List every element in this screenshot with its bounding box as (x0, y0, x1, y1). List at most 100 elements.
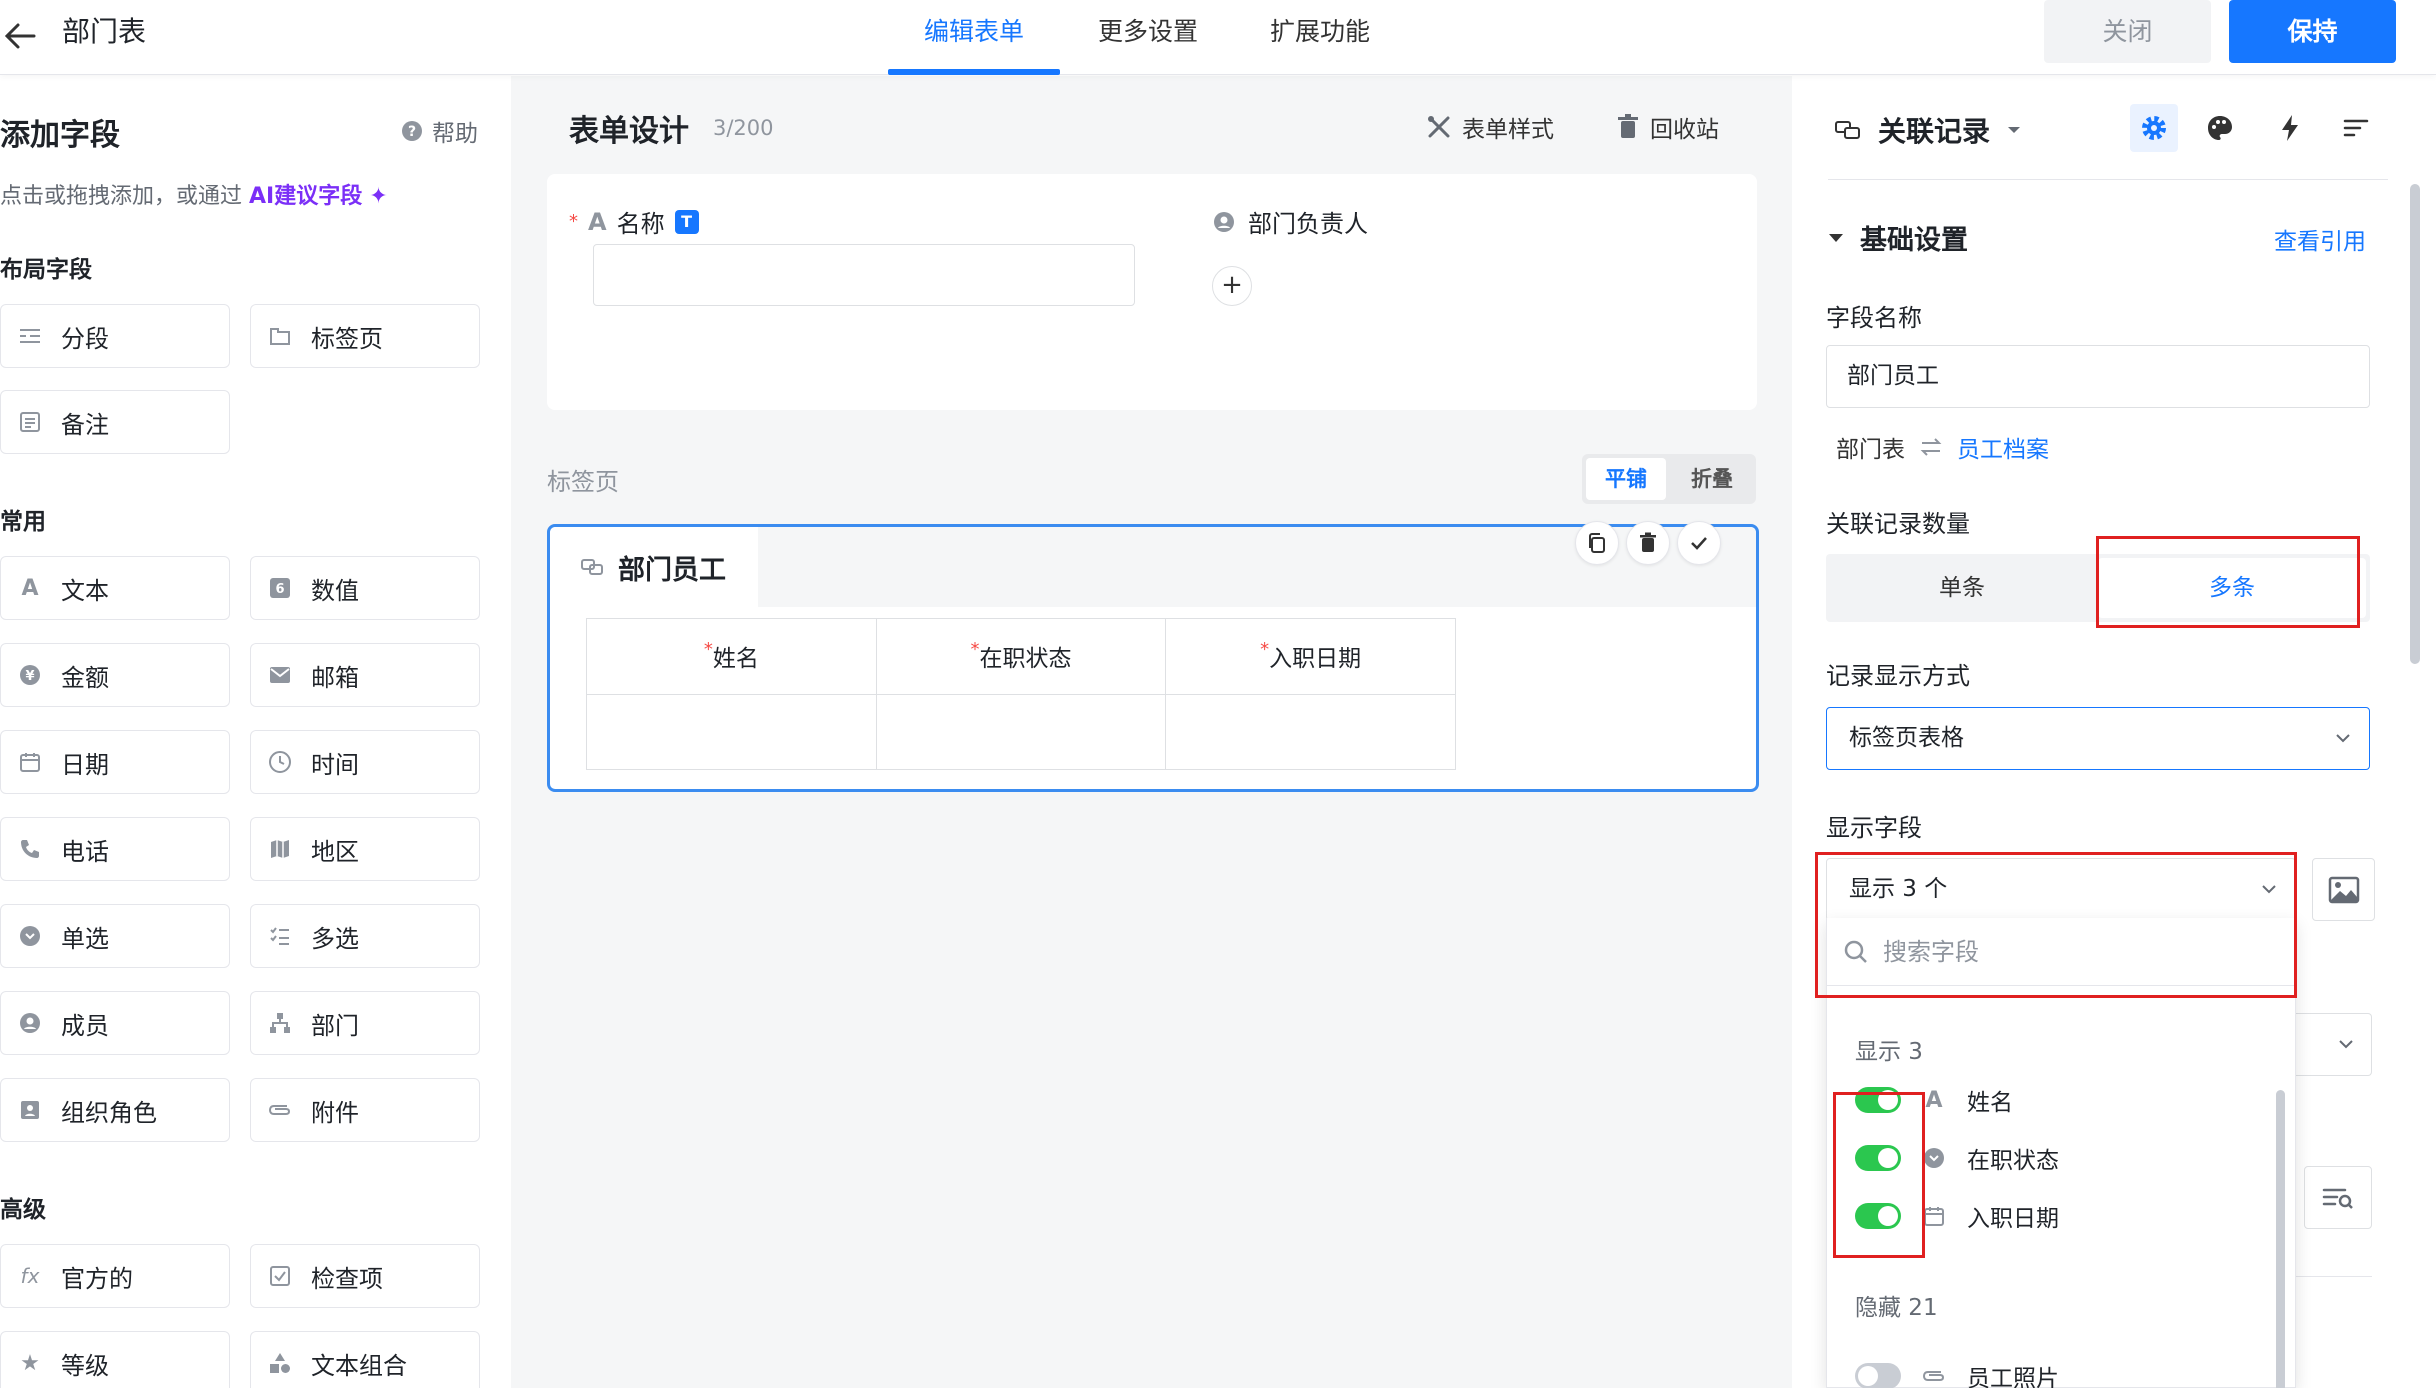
field-button-text-combo[interactable]: 文本组合 (250, 1331, 480, 1388)
user-circle-icon (1212, 210, 1236, 234)
gear-icon[interactable] (2130, 104, 2178, 152)
save-button[interactable]: 保持 (2229, 0, 2396, 63)
back-arrow-icon[interactable] (0, 14, 44, 58)
name-input[interactable] (593, 244, 1135, 306)
field-type-selector[interactable]: 关联记录 (1834, 110, 2022, 150)
field-button-rating[interactable]: ★ 等级 (0, 1331, 230, 1388)
field-settings-panel: 关联记录 基础设置 查看引用 字段名称 部门员工 部门表 员工档案 关联记录数量… (1792, 76, 2436, 1388)
checklist-icon (267, 923, 293, 949)
field-button-label: 检查项 (311, 1264, 383, 1293)
related-subtable-card[interactable]: 部门员工 *姓名 *在职状态 *入职日期 (547, 521, 1759, 792)
record-count-label: 关联记录数量 (1826, 510, 1970, 538)
field-button-label: 邮箱 (311, 663, 359, 692)
field-button-time[interactable]: 时间 (250, 730, 480, 794)
visibility-toggle[interactable] (1855, 1145, 1901, 1171)
required-asterisk: * (569, 211, 578, 232)
basic-settings-header[interactable]: 基础设置 (1828, 218, 1968, 257)
field-button-label: 单选 (61, 924, 109, 953)
field-button-section[interactable]: 分段 (0, 304, 230, 368)
field-name-input[interactable]: 部门员工 (1826, 345, 2370, 408)
tab-edit-form[interactable]: 编辑表单 (888, 0, 1060, 75)
visibility-toggle[interactable] (1855, 1203, 1901, 1229)
field-button-text[interactable]: A 文本 (0, 556, 230, 620)
target-table-link[interactable]: 员工档案 (1957, 430, 2049, 464)
field-button-single-select[interactable]: 单选 (0, 904, 230, 968)
field-button-org-role[interactable]: 组织角色 (0, 1078, 230, 1142)
chevron-down-icon (2333, 708, 2353, 769)
check-icon[interactable] (1677, 521, 1721, 565)
page-title: 部门表 (62, 15, 147, 48)
hidden-select[interactable] (2296, 1013, 2372, 1076)
filter-list-icon[interactable] (2304, 1166, 2372, 1229)
dropdown-circle-icon (1921, 1145, 1947, 1171)
checkbox-icon (267, 1263, 293, 1289)
table-cell[interactable] (875, 693, 1167, 770)
svg-text:?: ? (408, 124, 416, 140)
field-button-email[interactable]: 邮箱 (250, 643, 480, 707)
field-button-member[interactable]: 成员 (0, 991, 230, 1055)
single-record-option[interactable]: 单条 (1826, 554, 2098, 622)
field-button-region[interactable]: 地区 (250, 817, 480, 881)
caret-down-icon (1828, 233, 1844, 243)
visibility-toggle[interactable] (1855, 1363, 1901, 1388)
field-button-formula[interactable]: fx 官方的 (0, 1244, 230, 1308)
display-fields-label: 显示字段 (1826, 814, 1922, 842)
close-button[interactable]: 关闭 (2044, 0, 2211, 63)
recycle-bin-button[interactable]: 回收站 (1616, 110, 1719, 144)
field-button-date[interactable]: 日期 (0, 730, 230, 794)
copy-icon[interactable] (1575, 521, 1619, 565)
visibility-toggle[interactable] (1855, 1087, 1901, 1113)
field-button-number[interactable]: 6 数值 (250, 556, 480, 620)
table-cell[interactable] (586, 693, 877, 770)
column-header-status: *在职状态 (875, 618, 1167, 695)
field-palette-panel: 添加字段 ? 帮助 点击或拖拽添加，或通过 AI建议字段 ✦ 布局字段 分段 标… (0, 76, 511, 1388)
org-chart-icon (267, 1010, 293, 1036)
delete-icon[interactable] (1626, 521, 1670, 565)
form-style-button[interactable]: 表单样式 (1426, 110, 1554, 144)
toggle-fold-option[interactable]: 折叠 (1672, 458, 1752, 500)
field-search-input[interactable] (1883, 937, 2263, 966)
display-mode-label: 记录显示方式 (1826, 662, 1970, 690)
calendar-icon (17, 749, 43, 775)
name-field-label: * A 名称 T (569, 204, 699, 239)
dropdown-scrollbar[interactable] (2276, 1090, 2285, 1388)
field-button-note[interactable]: 备注 (0, 390, 230, 454)
add-member-button[interactable]: + (1212, 266, 1252, 306)
field-button-attachment[interactable]: 附件 (250, 1078, 480, 1142)
toggle-tile-option[interactable]: 平铺 (1586, 458, 1666, 500)
field-button-checkbox[interactable]: 检查项 (250, 1244, 480, 1308)
field-button-label: 多选 (311, 924, 359, 953)
field-count: 3/200 (713, 116, 774, 140)
field-button-phone[interactable]: 电话 (0, 817, 230, 881)
field-button-label: 等级 (61, 1351, 109, 1380)
field-button-multi-select[interactable]: 多选 (250, 904, 480, 968)
table-cell[interactable] (1165, 693, 1456, 770)
tab-more-settings[interactable]: 更多设置 (1078, 0, 1218, 75)
help-label: 帮助 (432, 121, 478, 147)
field-button-label: 文本 (61, 576, 109, 605)
display-fields-select[interactable]: 显示 3 个 (1826, 858, 2296, 921)
field-button-department[interactable]: 部门 (250, 991, 480, 1055)
image-icon[interactable] (2312, 858, 2375, 921)
field-type-label: 关联记录 (1878, 115, 1991, 148)
field-button-label: 附件 (311, 1098, 359, 1127)
column-header-name: *姓名 (586, 618, 877, 695)
panel-scrollbar[interactable] (2410, 184, 2420, 664)
field-button-amount[interactable]: ¥ 金额 (0, 643, 230, 707)
palette-icon[interactable] (2196, 104, 2244, 152)
tab-extensions[interactable]: 扩展功能 (1250, 0, 1390, 75)
active-tab-indicator (888, 69, 1060, 75)
sort-lines-icon[interactable] (2332, 104, 2380, 152)
shapes-icon (267, 1350, 293, 1376)
lightning-icon[interactable] (2266, 104, 2314, 152)
field-button-tab-page[interactable]: 标签页 (250, 304, 480, 368)
view-reference-link[interactable]: 查看引用 (2274, 222, 2366, 256)
display-mode-select[interactable]: 标签页表格 (1826, 707, 2370, 770)
group-title-layout: 布局字段 (0, 257, 92, 283)
multi-record-option[interactable]: 多条 (2098, 558, 2366, 618)
ai-suggest-link[interactable]: AI建议字段 (249, 184, 362, 209)
relation-path: 部门表 员工档案 (1836, 430, 2049, 464)
field-button-label: 成员 (61, 1011, 109, 1040)
subtable-tab[interactable]: 部门员工 (550, 527, 758, 607)
help-link[interactable]: ? 帮助 (400, 114, 478, 148)
